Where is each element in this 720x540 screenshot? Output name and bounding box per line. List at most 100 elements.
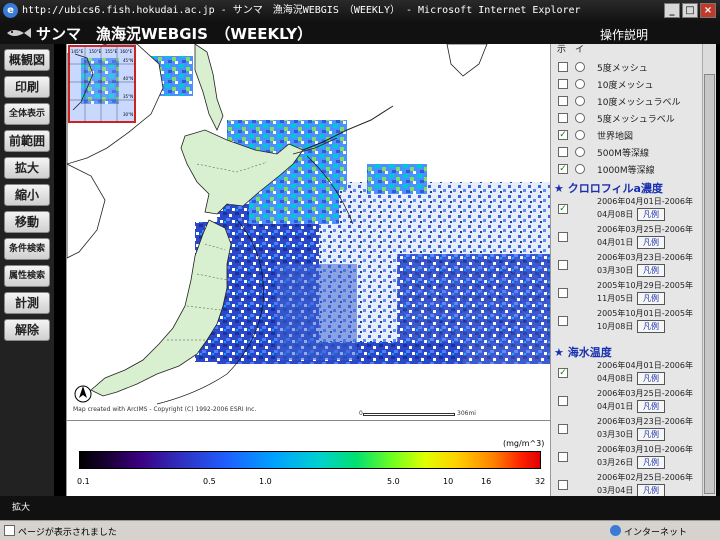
inset-label: 160°E	[120, 49, 133, 54]
layer-row[interactable]: 10度メッシュ	[551, 77, 702, 93]
legend-button[interactable]: 凡例	[637, 236, 665, 249]
layer-row[interactable]: ✓ 1000M等深線	[551, 162, 702, 178]
ie-icon: e	[3, 3, 18, 18]
sst-date-row[interactable]: ✓ 2006年04月01日-2006年 04月08日 凡例	[551, 360, 702, 388]
legend-button[interactable]: 凡例	[637, 456, 665, 469]
date-range-end: 11月05日	[597, 294, 634, 303]
layer-active-radio[interactable]	[575, 62, 585, 72]
date-range-end: 10月08日	[597, 322, 634, 331]
legend-button[interactable]: 凡例	[637, 264, 665, 277]
legend-button[interactable]: 凡例	[637, 484, 665, 496]
layer-active-radio[interactable]	[575, 96, 585, 106]
layer-visible-checkbox[interactable]	[558, 288, 568, 298]
date-range-start: 2006年03月23日-2006年	[597, 253, 693, 262]
legend-button[interactable]: 凡例	[637, 320, 665, 333]
layer-panel-scrollbar[interactable]	[702, 44, 716, 496]
chlorophyll-section-title: ★ クロロフィルa濃度	[554, 182, 663, 195]
status-text: ページが表示されました	[18, 528, 117, 538]
legend-unit: (mg/m^3)	[503, 439, 545, 448]
layer-visible-checkbox[interactable]	[558, 62, 568, 72]
date-range-end: 03月30日	[597, 266, 634, 275]
condition-search-button[interactable]: 条件検索	[4, 238, 50, 260]
inset-label: 40°N	[123, 76, 133, 81]
legend-button[interactable]: 凡例	[637, 372, 665, 385]
chlorophyll-date-row[interactable]: 2005年10月01日-2005年 10月08日 凡例	[551, 308, 702, 336]
layer-visible-checkbox[interactable]	[558, 424, 568, 434]
layer-visible-checkbox[interactable]	[558, 147, 568, 157]
layer-row[interactable]: ✓ 世界地図	[551, 128, 702, 144]
layer-visible-checkbox[interactable]	[558, 232, 568, 242]
legend-tick: 10	[443, 477, 454, 486]
clear-button[interactable]: 解除	[4, 319, 50, 341]
minimize-button[interactable]: _	[664, 3, 680, 18]
layer-active-radio[interactable]	[575, 113, 585, 123]
layer-row[interactable]: 500M等深線	[551, 145, 702, 161]
scrollbar-thumb[interactable]	[704, 74, 715, 494]
chlorophyll-date-row[interactable]: 2005年10月29日-2005年 11月05日 凡例	[551, 280, 702, 308]
layer-label: 10度メッシュ	[597, 81, 654, 91]
layer-visible-checkbox[interactable]: ✓	[558, 164, 568, 174]
date-range-end: 04月08日	[597, 374, 634, 383]
layer-label: 1000M等深線	[597, 166, 655, 176]
layer-visible-checkbox[interactable]	[558, 452, 568, 462]
sst-date-row[interactable]: 2006年03月10日-2006年 03月26日 凡例	[551, 444, 702, 472]
sst-date-row[interactable]: 2006年03月23日-2006年 03月30日 凡例	[551, 416, 702, 444]
chlorophyll-date-row[interactable]: 2006年03月23日-2006年 03月30日 凡例	[551, 252, 702, 280]
layer-visible-checkbox[interactable]: ✓	[558, 368, 568, 378]
print-button[interactable]: 印刷	[4, 76, 50, 98]
layer-row[interactable]: 5度メッシュ	[551, 60, 702, 76]
attribute-search-button[interactable]: 属性検索	[4, 265, 50, 287]
layer-label: 10度メッシュラベル	[597, 98, 681, 108]
pan-button[interactable]: 移動	[4, 211, 50, 233]
map-viewer[interactable]: 145°E 150°E 155°E 160°E 45°N 40°N 35°N 3…	[66, 44, 551, 420]
tool-sidebar: 概観図 印刷 全体表示 前範囲 拡大 縮小 移動 条件検索 属性検索 計測 解除	[0, 44, 54, 496]
legend-button[interactable]: 凡例	[637, 292, 665, 305]
previous-extent-button[interactable]: 前範囲	[4, 130, 50, 152]
layer-active-radio[interactable]	[575, 79, 585, 89]
zoom-out-button[interactable]: 縮小	[4, 184, 50, 206]
layer-active-radio[interactable]	[575, 164, 585, 174]
date-range-start: 2006年04月01日-2006年	[597, 197, 693, 206]
map-canvas[interactable]: 145°E 150°E 155°E 160°E 45°N 40°N 35°N 3…	[67, 44, 551, 420]
layer-visible-checkbox[interactable]: ✓	[558, 130, 568, 140]
date-range-end: 03月04日	[597, 486, 634, 495]
legend-tick: 1.0	[259, 477, 272, 486]
page-icon	[4, 525, 15, 536]
scale-bar	[363, 413, 455, 416]
layer-row[interactable]: 10度メッシュラベル	[551, 94, 702, 110]
maximize-button[interactable]: □	[682, 3, 698, 18]
manual-link[interactable]: 操作説明	[600, 26, 648, 43]
overview-button[interactable]: 概観図	[4, 49, 50, 71]
layer-visible-checkbox[interactable]: ✓	[558, 204, 568, 214]
layer-visible-checkbox[interactable]	[558, 480, 568, 490]
legend-button[interactable]: 凡例	[637, 428, 665, 441]
layer-visible-checkbox[interactable]	[558, 96, 568, 106]
scale-label: 306mi	[457, 410, 476, 417]
chlorophyll-date-row[interactable]: ✓ 2006年04月01日-2006年 04月08日 凡例	[551, 196, 702, 224]
layer-visible-checkbox[interactable]	[558, 79, 568, 89]
inset-label: 45°N	[123, 58, 133, 63]
chlorophyll-date-row[interactable]: 2006年03月25日-2006年 04月01日 凡例	[551, 224, 702, 252]
legend-button[interactable]: 凡例	[637, 208, 665, 221]
layer-row[interactable]: 5度メッシュラベル	[551, 111, 702, 127]
layer-visible-checkbox[interactable]	[558, 260, 568, 270]
sst-date-row[interactable]: 2006年02月25日-2006年 03月04日 凡例	[551, 472, 702, 496]
date-range-start: 2006年03月23日-2006年	[597, 417, 693, 426]
layer-visible-checkbox[interactable]	[558, 396, 568, 406]
date-range-end: 04月08日	[597, 210, 634, 219]
date-range-start: 2006年03月25日-2006年	[597, 389, 693, 398]
full-extent-button[interactable]: 全体表示	[4, 103, 50, 125]
sst-date-row[interactable]: 2006年03月25日-2006年 04月01日 凡例	[551, 388, 702, 416]
layer-active-radio[interactable]	[575, 130, 585, 140]
legend-button[interactable]: 凡例	[637, 400, 665, 413]
measure-button[interactable]: 計測	[4, 292, 50, 314]
layer-active-radio[interactable]	[575, 147, 585, 157]
zoom-in-button[interactable]: 拡大	[4, 157, 50, 179]
browser-window: e http://ubics6.fish.hokudai.ac.jp - サンマ…	[0, 0, 720, 540]
layer-visible-checkbox[interactable]	[558, 316, 568, 326]
color-scale-bar	[79, 451, 541, 469]
status-bar: ページが表示されました インターネット	[0, 520, 720, 540]
close-button[interactable]: ×	[700, 3, 716, 18]
overview-inset[interactable]: 145°E 150°E 155°E 160°E 45°N 40°N 35°N 3…	[68, 45, 136, 123]
layer-visible-checkbox[interactable]	[558, 113, 568, 123]
